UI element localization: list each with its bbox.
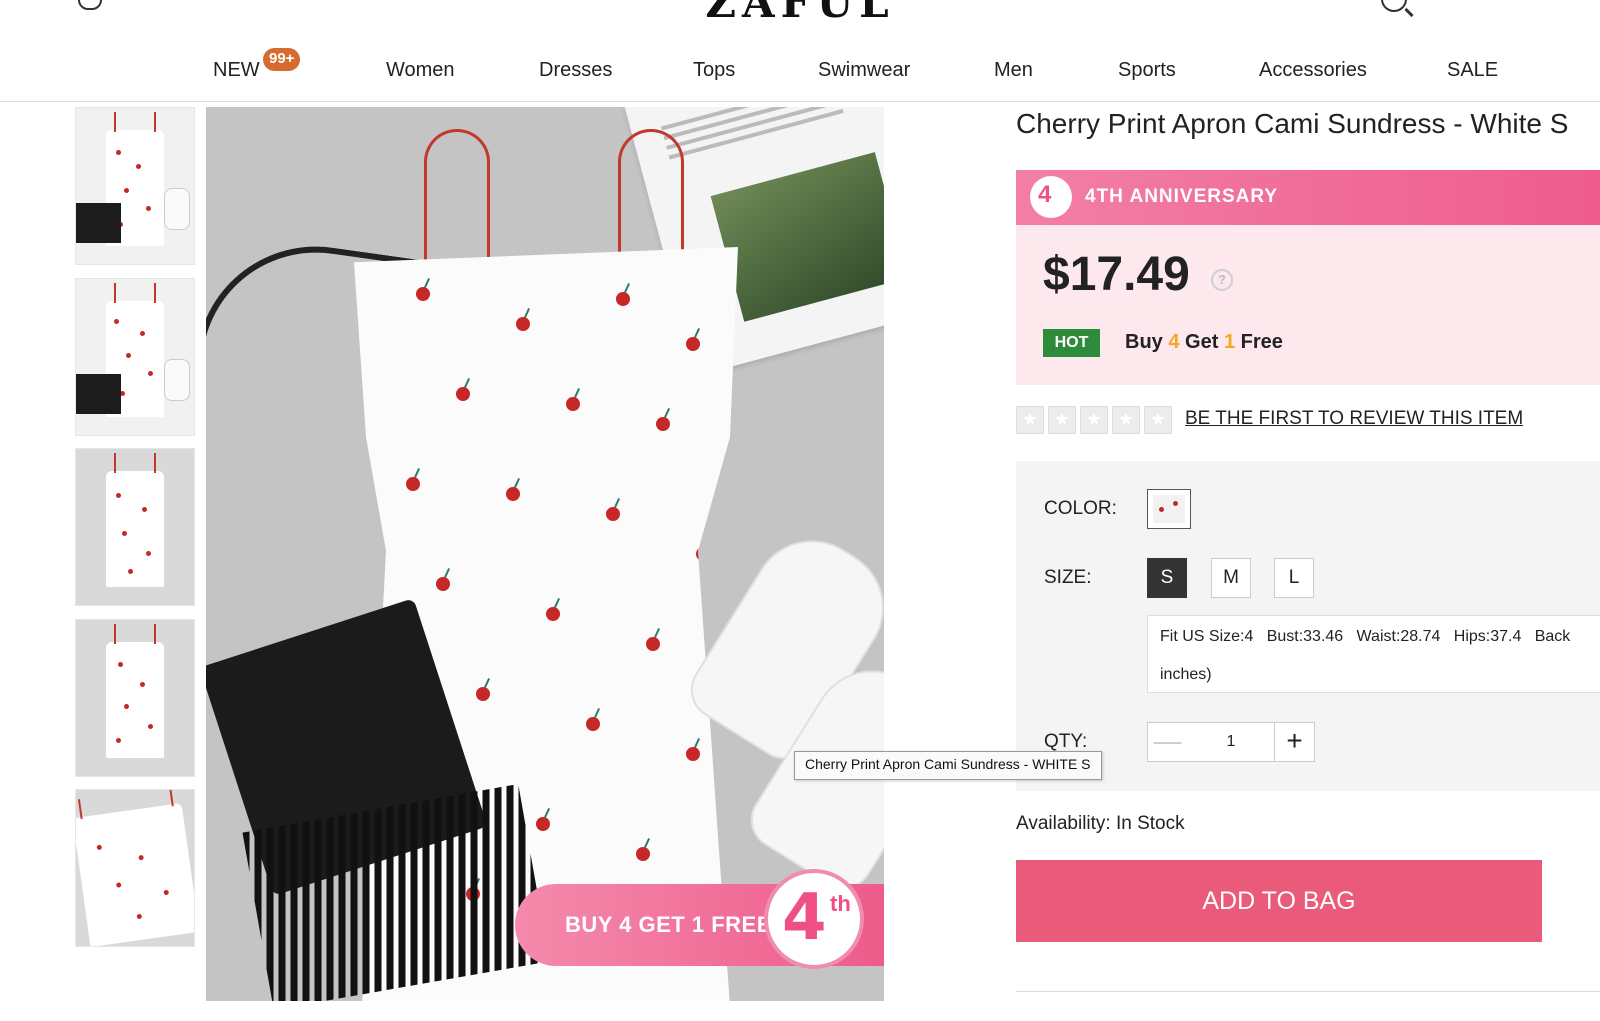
anniversary-icon-number: 4 (1038, 181, 1052, 208)
size-info-box: Fit US Size:4 Bust:33.46 Waist:28.74 Hip… (1147, 615, 1600, 693)
promo-free-text: Free (1240, 331, 1283, 353)
thumbnail-shoe-image (164, 359, 190, 401)
write-review-link[interactable]: BE THE FIRST TO REVIEW THIS ITEM (1185, 408, 1523, 430)
nav-item-new[interactable]: NEW (213, 59, 260, 82)
rating-stars (1016, 406, 1176, 434)
new-count-badge: 99+ (263, 48, 301, 71)
star-icon (1144, 406, 1172, 434)
thumbnail-2[interactable] (75, 278, 195, 436)
qty-decrease-button[interactable]: — (1147, 722, 1188, 762)
site-header: ZAFUL (0, 0, 1600, 40)
promo-buy-qty: 4 (1168, 331, 1180, 353)
color-label: COLOR: (1044, 498, 1117, 519)
star-icon (1112, 406, 1140, 434)
main-nav: NEW Women Dresses Tops Swimwear Men Spor… (0, 40, 1600, 102)
site-logo[interactable]: ZAFUL (0, 0, 1600, 27)
dress-strap-left (424, 129, 490, 272)
star-icon (1080, 406, 1108, 434)
main-product-image[interactable]: BUY 4 GET 1 FREE 4 th (206, 107, 884, 1001)
thumbnail-3[interactable] (75, 448, 195, 606)
nav-item-women[interactable]: Women (386, 59, 455, 82)
anniversary-label: 4TH ANNIVERSARY (1085, 186, 1279, 207)
qty-label: QTY: (1044, 731, 1088, 752)
promo-banner-text: BUY 4 GET 1 FREE (565, 912, 772, 937)
hot-badge: HOT (1043, 329, 1100, 357)
size-info-line-1: Fit US Size:4 Bust:33.46 Waist:28.74 Hip… (1160, 628, 1571, 645)
price-box: $17.49 ? HOT Buy 4 Get 1 Free (1016, 225, 1600, 385)
thumbnail-bag-image (76, 374, 121, 414)
nav-item-dresses[interactable]: Dresses (539, 59, 612, 82)
image-tooltip: Cherry Print Apron Cami Sundress - WHITE… (794, 751, 1102, 780)
promo-buy-text: Buy (1125, 331, 1163, 353)
thumbnail-shoe-image (164, 188, 190, 230)
thumbnail-1[interactable] (75, 107, 195, 265)
promo-get-text: Get (1185, 331, 1219, 353)
divider (1016, 991, 1600, 992)
add-to-bag-button[interactable]: ADD TO BAG (1016, 860, 1542, 942)
thumbnail-dress-closeup (76, 802, 194, 946)
star-icon (1016, 406, 1044, 434)
anniversary-logo: 4 th (764, 869, 864, 969)
nav-item-sale[interactable]: SALE (1447, 59, 1498, 82)
anniversary-icon: 4 (1030, 176, 1072, 218)
nav-item-tops[interactable]: Tops (693, 59, 735, 82)
thumbnail-dress-image (106, 453, 164, 587)
anniversary-bar: 4 4TH ANNIVERSARY (1016, 170, 1600, 225)
thumbnail-dress-image (106, 624, 164, 758)
qty-increase-button[interactable]: + (1274, 722, 1315, 762)
product-price: $17.49 (1043, 248, 1190, 301)
thumbnail-bag-image (76, 203, 121, 243)
thumbnail-5[interactable] (75, 789, 195, 947)
nav-item-men[interactable]: Men (994, 59, 1033, 82)
nav-item-sports[interactable]: Sports (1118, 59, 1176, 82)
size-info-line-2: inches) (1160, 666, 1212, 683)
promo-get-qty: 1 (1223, 331, 1236, 353)
help-icon[interactable]: ? (1211, 269, 1233, 291)
availability-status: Availability: In Stock (1016, 813, 1185, 834)
product-options: COLOR: SIZE: S M L Fit US Size:4 Bust:33… (1016, 461, 1600, 791)
size-label: SIZE: (1044, 567, 1092, 588)
size-option-s[interactable]: S (1147, 558, 1187, 598)
thumbnail-4[interactable] (75, 619, 195, 777)
promo-offer[interactable]: Buy 4 Get 1 Free (1125, 331, 1283, 354)
nav-item-swimwear[interactable]: Swimwear (818, 59, 910, 82)
qty-input[interactable]: 1 (1187, 722, 1275, 762)
size-option-l[interactable]: L (1274, 558, 1314, 598)
star-icon (1048, 406, 1076, 434)
anniversary-logo-suffix: th (830, 891, 851, 916)
product-title: Cherry Print Apron Cami Sundress - White… (1016, 108, 1569, 139)
color-swatch-white[interactable] (1147, 489, 1191, 529)
anniversary-logo-number: 4 (782, 881, 827, 955)
size-option-m[interactable]: M (1211, 558, 1251, 598)
nav-item-accessories[interactable]: Accessories (1259, 59, 1367, 82)
